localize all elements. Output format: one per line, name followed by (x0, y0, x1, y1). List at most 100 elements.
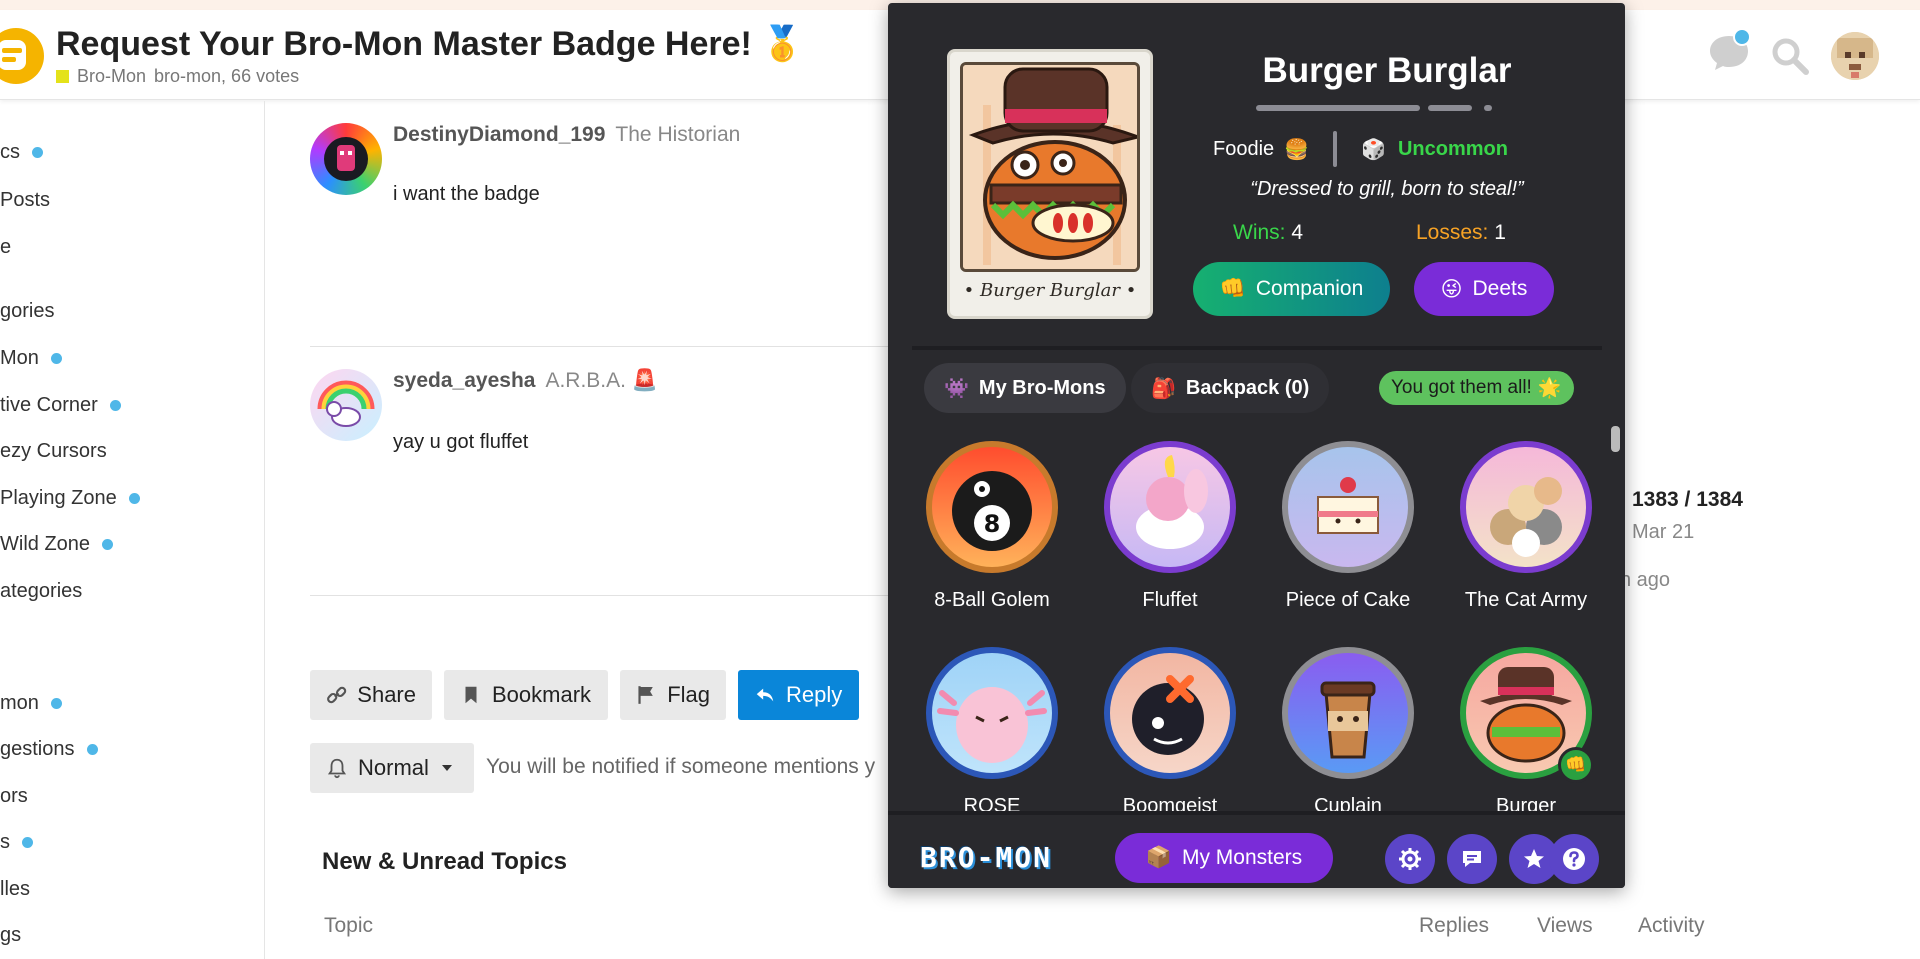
unread-dot (32, 147, 43, 158)
flag-icon (638, 686, 653, 704)
notification-level-dropdown[interactable]: Normal (310, 743, 474, 793)
bookmark-button[interactable]: Bookmark (444, 670, 608, 720)
monster-name: Burger Burglar (1262, 51, 1512, 90)
reply-icon (756, 688, 774, 702)
gear-icon (1399, 848, 1421, 870)
flag-button[interactable]: Flag (620, 670, 726, 720)
bromon-popup: • Burger Burglar • Burger Burglar Foodie… (888, 3, 1625, 888)
sidebar-item-suggestions[interactable]: gestions (0, 738, 98, 761)
settings-button[interactable] (1385, 834, 1435, 884)
siren-icon: 🚨 (631, 369, 658, 392)
new-unread-heading: New & Unread Topics (322, 848, 567, 875)
companion-button[interactable]: 👊 Companion (1193, 262, 1390, 316)
monster-tile-cuplain[interactable]: Cuplain (1268, 647, 1428, 815)
popup-footer: BRO-MON 📦 My Monsters (888, 811, 1625, 888)
unread-dot (22, 837, 33, 848)
unread-dot (128, 493, 140, 504)
monster-rarity: Uncommon (1397, 137, 1508, 160)
notification-description: You will be notified if someone mentions… (486, 755, 876, 778)
monster-tile-fluffet[interactable]: Fluffet (1090, 441, 1250, 612)
sidebar-item-creative-corner[interactable]: tive Corner (0, 394, 121, 417)
post-avatar[interactable] (310, 123, 382, 195)
xp-bar (1428, 105, 1472, 111)
sidebar-item-posts[interactable]: Posts (0, 189, 50, 212)
scrollbar-thumb[interactable] (1611, 426, 1620, 452)
sidebar-item-puzzles[interactable]: lles (0, 878, 30, 901)
sidebar: cs Posts e gories Mon tive Corner ezy Cu… (0, 101, 265, 959)
backpack-icon: 🎒 (1151, 377, 1176, 400)
card-caption: • Burger Burglar • (963, 280, 1137, 301)
monster-label: Piece of Cake (1285, 589, 1411, 611)
share-button[interactable]: Share (310, 670, 432, 720)
monster-tile-the-cat-army[interactable]: The Cat Army (1446, 441, 1602, 612)
category-color-square (56, 70, 69, 83)
tab-my-bromons[interactable]: 👾 My Bro-Mons (924, 363, 1126, 413)
sidebar-item-wild-zone[interactable]: Wild Zone (0, 533, 114, 556)
monster-tile-burger[interactable]: 👊 Burger (1446, 647, 1602, 815)
monster-label: Fluffet (1142, 589, 1198, 611)
monster-grid: 8 8-Ball Golem Fluffet Piece of Cake The… (912, 435, 1602, 815)
sidebar-section-categories[interactable]: gories (0, 300, 54, 323)
companion-fist-badge: 👊 (1558, 747, 1594, 783)
dice-icon: 🎲 (1361, 138, 1386, 161)
topic-title[interactable]: Request Your Bro-Mon Master Badge Here! … (56, 24, 804, 64)
sidebar-item-cursors[interactable]: ors (0, 785, 28, 808)
star-icon: 🌟 (1537, 378, 1562, 399)
monster-tile-8-ball-golem[interactable]: 8 8-Ball Golem (912, 441, 1072, 612)
monster-tile-boomgeist[interactable]: Boomgeist (1090, 647, 1250, 815)
monster-tile-piece-of-cake[interactable]: Piece of Cake (1268, 441, 1428, 612)
sidebar-item-playing-zone[interactable]: Playing Zone (0, 487, 140, 510)
timeline-date: Mar 21 (1632, 521, 1695, 543)
tab-backpack[interactable]: 🎒 Backpack (0) (1131, 363, 1330, 413)
sidebar-item-topics[interactable]: cs (0, 141, 43, 164)
sidebar-item-more[interactable]: e (0, 236, 11, 259)
search-icon[interactable] (1770, 36, 1810, 76)
column-header-activity[interactable]: Activity (1638, 914, 1705, 938)
sidebar-item-bro-mon[interactable]: Mon (0, 347, 62, 370)
feedback-button[interactable] (1447, 834, 1497, 884)
unread-dot (109, 400, 121, 411)
star-icon (1524, 849, 1544, 868)
reply-button[interactable]: Reply (738, 670, 859, 720)
wink-face-icon: 😜 (1440, 277, 1463, 301)
losses-stat: Losses: 1 (1416, 221, 1506, 244)
column-header-topic[interactable]: Topic (324, 914, 373, 938)
sidebar-item-tags[interactable]: gs (0, 924, 21, 947)
post-username[interactable]: syeda_ayesha A.R.B.A. 🚨 (393, 369, 658, 393)
caret-down-icon (441, 765, 452, 771)
popup-divider (912, 346, 1602, 350)
help-button[interactable] (1549, 834, 1599, 884)
topic-meta: Bro-Mon bro-mon, 66 votes (56, 66, 299, 87)
monster-quote: “Dressed to grill, born to steal!” (1250, 178, 1524, 200)
alien-monster-icon: 👾 (944, 377, 969, 400)
column-header-replies[interactable]: Replies (1419, 914, 1489, 938)
monster-card[interactable]: • Burger Burglar • (947, 49, 1153, 319)
timeline-position[interactable]: 1383 / 1384 (1632, 488, 1743, 512)
user-avatar[interactable] (1831, 32, 1879, 80)
category-link[interactable]: Bro-Mon (77, 66, 146, 87)
bell-icon (327, 758, 347, 779)
burger-icon: 🍔 (1284, 138, 1310, 161)
sidebar-item-s[interactable]: s (0, 831, 33, 854)
post-divider (310, 595, 890, 596)
post-divider (310, 346, 890, 347)
post-body: yay u got fluffet (393, 431, 529, 453)
post-avatar[interactable] (310, 369, 382, 441)
user-title: A.R.B.A. 🚨 (545, 369, 658, 392)
sidebar-item-breezy-cursors[interactable]: ezy Cursors (0, 440, 107, 463)
svg-text:8: 8 (984, 510, 1001, 538)
bromon-logo: BRO-MON (920, 841, 1053, 874)
sidebar-item-bro-mon-tag[interactable]: mon (0, 692, 62, 715)
timeline-last-activity: h ago (1620, 569, 1671, 591)
unread-dot (50, 698, 62, 709)
sidebar-item-all-categories[interactable]: ategories (0, 580, 82, 603)
monster-type: Foodie (1213, 137, 1275, 160)
monster-tile-rose[interactable]: ROSE (912, 647, 1072, 815)
post-username[interactable]: DestinyDiamond_199 The Historian (393, 123, 740, 147)
unread-dot (50, 353, 62, 364)
deets-button[interactable]: 😜 Deets (1414, 262, 1554, 316)
my-monsters-button[interactable]: 📦 My Monsters (1115, 833, 1333, 883)
wins-stat: Wins: 4 (1233, 221, 1304, 244)
site-logo[interactable] (0, 28, 44, 84)
column-header-views[interactable]: Views (1537, 914, 1593, 938)
